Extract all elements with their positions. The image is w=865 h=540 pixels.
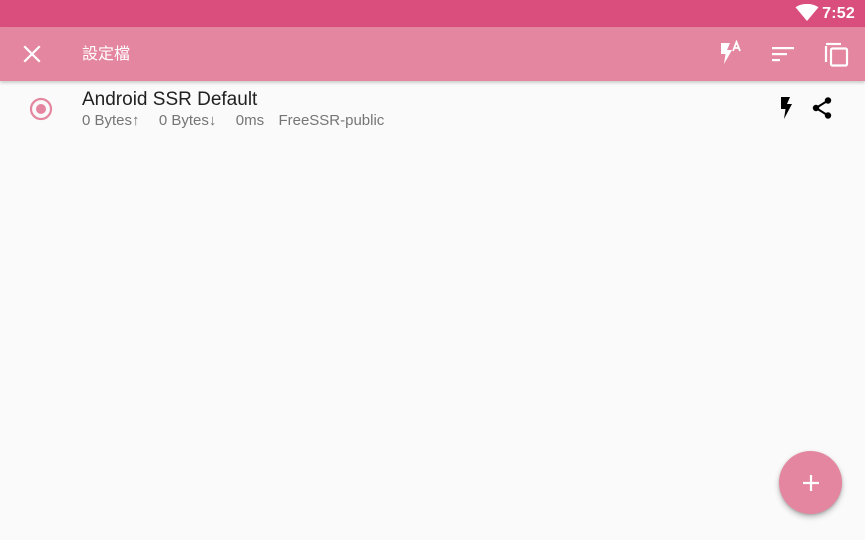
plus-icon (802, 474, 819, 491)
radio-selected-icon[interactable] (28, 96, 54, 122)
wifi-icon (795, 4, 819, 21)
profile-upload-traffic: 0 Bytes↑ (82, 112, 140, 129)
close-button[interactable] (14, 36, 50, 72)
share-button[interactable] (807, 93, 837, 123)
status-time: 7:52 (822, 5, 855, 22)
profile-stats: 0 Bytes↑ 0 Bytes↓ 0ms FreeSSR-public (82, 112, 384, 130)
profile-latency: 0ms (235, 112, 265, 129)
copy-button[interactable] (819, 36, 855, 72)
add-profile-button[interactable] (779, 451, 842, 514)
share-icon (812, 97, 832, 119)
profile-download-traffic: 0 Bytes↓ (158, 112, 217, 129)
profile-name: Android SSR Default (82, 89, 258, 110)
test-all-latency-button[interactable] (711, 36, 747, 72)
sort-icon (772, 47, 794, 62)
profile-group: FreeSSR-public (278, 112, 385, 129)
status-bar: 7:52 (0, 0, 865, 27)
profile-list-item[interactable]: Android SSR Default 0 Bytes↑ 0 Bytes↓ 0m… (0, 81, 865, 137)
flash-icon (781, 97, 792, 119)
page-title: 設定檔 (82, 44, 131, 63)
copy-icon (824, 42, 849, 67)
test-latency-button[interactable] (772, 93, 802, 123)
flash-auto-icon (721, 40, 741, 64)
app-bar: 設定檔 (0, 27, 865, 81)
close-icon (23, 45, 41, 63)
sort-button[interactable] (765, 36, 801, 72)
